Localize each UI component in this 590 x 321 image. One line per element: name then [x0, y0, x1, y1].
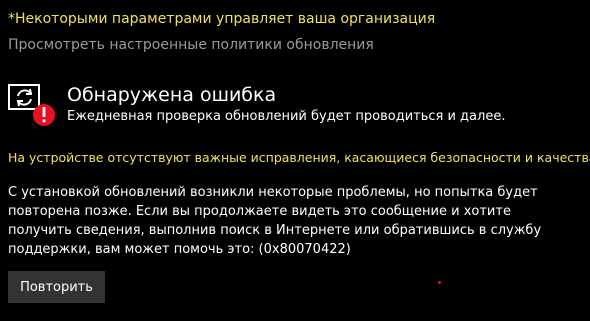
update-error-icon [8, 83, 60, 129]
security-warning: На устройстве отсутствуют важные исправл… [8, 150, 590, 165]
error-details-text: С установкой обновлений возникли некотор… [8, 185, 542, 257]
org-managed-notice: *Некоторыми параметрами управляет ваша о… [8, 11, 436, 27]
view-policies-link[interactable]: Просмотреть настроенные политики обновле… [8, 37, 374, 53]
status-description: Ежедневная проверка обновлений будет про… [67, 109, 506, 124]
cursor-dot [438, 281, 441, 284]
status-title: Обнаружена ошибка [67, 84, 277, 106]
retry-button[interactable]: Повторить [8, 271, 105, 303]
